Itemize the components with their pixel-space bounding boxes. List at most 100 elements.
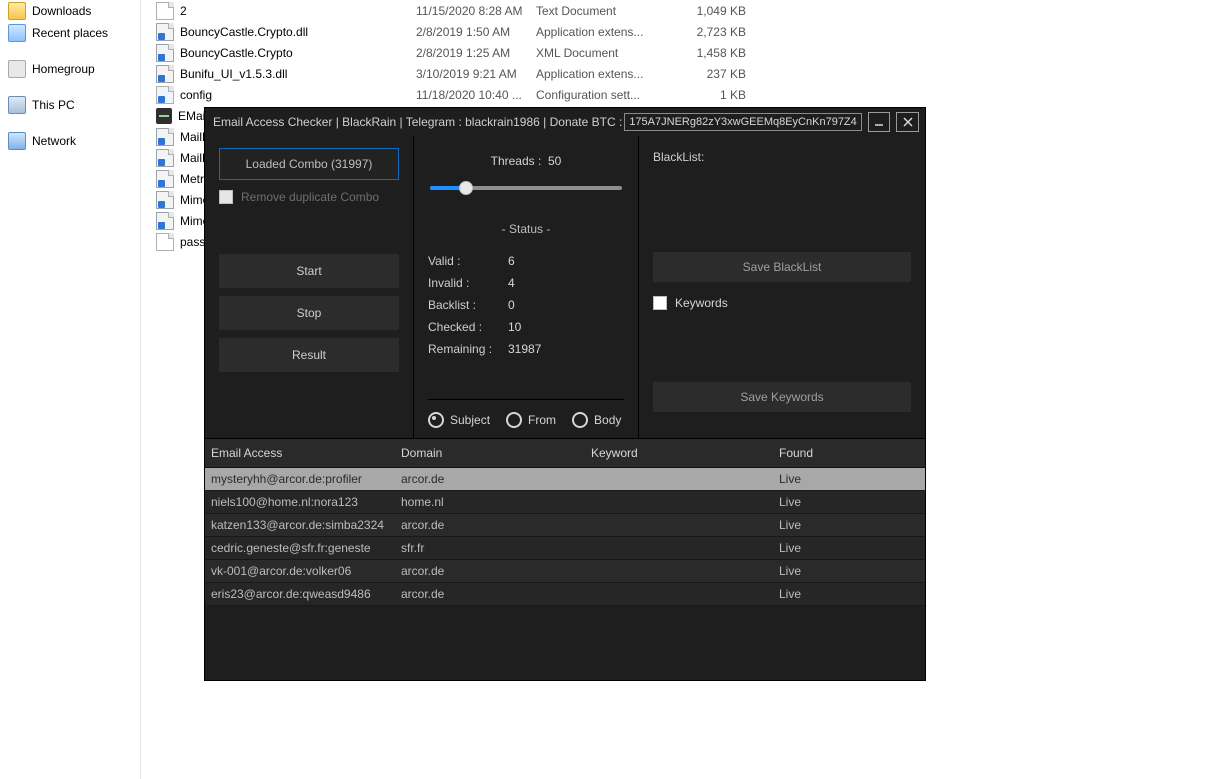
radio-from-label: From — [528, 413, 556, 427]
keywords-checkbox[interactable] — [653, 296, 667, 310]
status-remaining-value: 31987 — [508, 342, 541, 356]
load-combo-button[interactable]: Loaded Combo (31997) — [219, 148, 399, 180]
combo-panel: Loaded Combo (31997) Remove duplicate Co… — [205, 136, 413, 438]
radio-body[interactable]: Body — [572, 412, 621, 428]
homegroup-icon — [8, 60, 26, 78]
nav-network[interactable]: Network — [0, 130, 140, 152]
save-blacklist-button[interactable]: Save BlackList — [653, 252, 911, 282]
results-header: Email Access Domain Keyword Found — [205, 439, 925, 468]
nav-label: Recent places — [32, 26, 108, 40]
file-date: 11/15/2020 8:28 AM — [416, 4, 536, 18]
radio-dot-icon — [506, 412, 522, 428]
explorer-nav-pane: Downloads Recent places Homegroup This P… — [0, 0, 140, 152]
file-type: Text Document — [536, 4, 676, 18]
nav-this-pc[interactable]: This PC — [0, 94, 140, 116]
file-type: Application extens... — [536, 25, 676, 39]
file-icon — [156, 44, 174, 62]
keywords-textarea[interactable] — [653, 316, 911, 372]
file-date: 11/18/2020 10:40 ... — [416, 88, 536, 102]
cell-found: Live — [773, 472, 925, 486]
nav-downloads[interactable]: Downloads — [0, 0, 140, 22]
save-keywords-button[interactable]: Save Keywords — [653, 382, 911, 412]
cell-email: vk-001@arcor.de:volker06 — [205, 564, 395, 578]
titlebar[interactable]: Email Access Checker | BlackRain | Teleg… — [205, 108, 925, 136]
col-domain[interactable]: Domain — [395, 446, 585, 460]
remove-duplicate-row[interactable]: Remove duplicate Combo — [219, 190, 399, 204]
result-row[interactable]: cedric.geneste@sfr.fr:genestesfr.frLive — [205, 537, 925, 560]
file-icon — [156, 191, 174, 209]
file-row[interactable]: Bunifu_UI_v1.5.3.dll 3/10/2019 9:21 AMApp… — [150, 63, 1214, 84]
file-icon — [156, 2, 174, 20]
cell-email: niels100@home.nl:nora123 — [205, 495, 395, 509]
file-size: 2,723 KB — [676, 25, 756, 39]
blacklist-textarea[interactable] — [653, 170, 911, 242]
file-row[interactable]: BouncyCastle.Crypto.dll2/8/2019 1:50 AMA… — [150, 21, 1214, 42]
file-row[interactable]: BouncyCastle.Crypto2/8/2019 1:25 AMXML D… — [150, 42, 1214, 63]
cell-domain: arcor.de — [395, 518, 585, 532]
nav-label: This PC — [32, 98, 75, 112]
save-keywords-label: Save Keywords — [740, 390, 823, 404]
file-name: Bunifu_UI_v1.5.3.dll — [180, 67, 287, 81]
col-found[interactable]: Found — [773, 446, 925, 460]
app-icon — [156, 108, 172, 124]
result-row[interactable]: katzen133@arcor.de:simba2324arcor.de Live — [205, 514, 925, 537]
threads-slider[interactable] — [430, 178, 622, 198]
pane-divider[interactable] — [140, 0, 141, 779]
cell-email: mysteryhh@arcor.de:profiler — [205, 472, 395, 486]
result-row[interactable]: vk-001@arcor.de:volker06arcor.deLive — [205, 560, 925, 583]
slider-thumb[interactable] — [459, 181, 473, 195]
cell-domain: home.nl — [395, 495, 585, 509]
radio-from[interactable]: From — [506, 412, 556, 428]
status-valid-key: Valid : — [428, 254, 508, 268]
close-button[interactable] — [896, 112, 919, 132]
nav-recent-places[interactable]: Recent places — [0, 22, 140, 44]
col-email[interactable]: Email Access — [205, 446, 395, 460]
file-size: 237 KB — [676, 67, 756, 81]
radio-subject-label: Subject — [450, 413, 490, 427]
result-row[interactable]: eris23@arcor.de:qweasd9486arcor.deLive — [205, 583, 925, 606]
file-size: 1,458 KB — [676, 46, 756, 60]
keywords-label: Keywords — [675, 296, 728, 310]
btc-address[interactable]: 175A7JNERg82zY3xwGEEMq8EyCnKn797Z4 — [624, 113, 861, 131]
cell-found: Live — [773, 518, 925, 532]
load-combo-label: Loaded Combo (31997) — [246, 157, 373, 171]
status-valid-value: 6 — [508, 254, 515, 268]
minimize-button[interactable] — [868, 112, 891, 132]
cell-found: Live — [773, 495, 925, 509]
file-icon — [156, 23, 174, 41]
file-size: 1,049 KB — [676, 4, 756, 18]
radio-body-label: Body — [594, 413, 621, 427]
status-panel: Threads : 50 - Status - Valid :6 Invalid… — [413, 136, 638, 438]
keywords-row[interactable]: Keywords — [653, 296, 911, 310]
file-row[interactable]: 211/15/2020 8:28 AMText Document1,049 KB — [150, 0, 1214, 21]
status-checked-value: 10 — [508, 320, 521, 334]
file-type: Configuration sett... — [536, 88, 676, 102]
file-row[interactable]: config11/18/2020 10:40 ...Configuration … — [150, 84, 1214, 105]
cell-email: katzen133@arcor.de:simba2324 — [205, 518, 395, 532]
col-keyword[interactable]: Keyword — [585, 446, 773, 460]
file-icon — [156, 65, 174, 83]
start-button[interactable]: Start — [219, 254, 399, 288]
file-size: 1 KB — [676, 88, 756, 102]
cell-domain: arcor.de — [395, 564, 585, 578]
nav-label: Network — [32, 134, 76, 148]
nav-homegroup[interactable]: Homegroup — [0, 58, 140, 80]
stop-button[interactable]: Stop — [219, 296, 399, 330]
cell-found: Live — [773, 587, 925, 601]
cell-email: cedric.geneste@sfr.fr:geneste — [205, 541, 395, 555]
file-date: 3/10/2019 9:21 AM — [416, 67, 536, 81]
result-row[interactable]: niels100@home.nl:nora123home.nl Live — [205, 491, 925, 514]
cell-domain: arcor.de — [395, 472, 585, 486]
file-type: XML Document — [536, 46, 676, 60]
file-icon — [156, 170, 174, 188]
result-button[interactable]: Result — [219, 338, 399, 372]
nav-label: Homegroup — [32, 62, 95, 76]
remove-duplicate-checkbox[interactable] — [219, 190, 233, 204]
radio-dot-icon — [428, 412, 444, 428]
radio-subject[interactable]: Subject — [428, 412, 490, 428]
file-date: 2/8/2019 1:50 AM — [416, 25, 536, 39]
file-type: Application extens... — [536, 67, 676, 81]
results-table: Email Access Domain Keyword Found myster… — [205, 439, 925, 667]
result-row[interactable]: mysteryhh@arcor.de:profilerarcor.de Live — [205, 468, 925, 491]
cell-domain: sfr.fr — [395, 541, 585, 555]
